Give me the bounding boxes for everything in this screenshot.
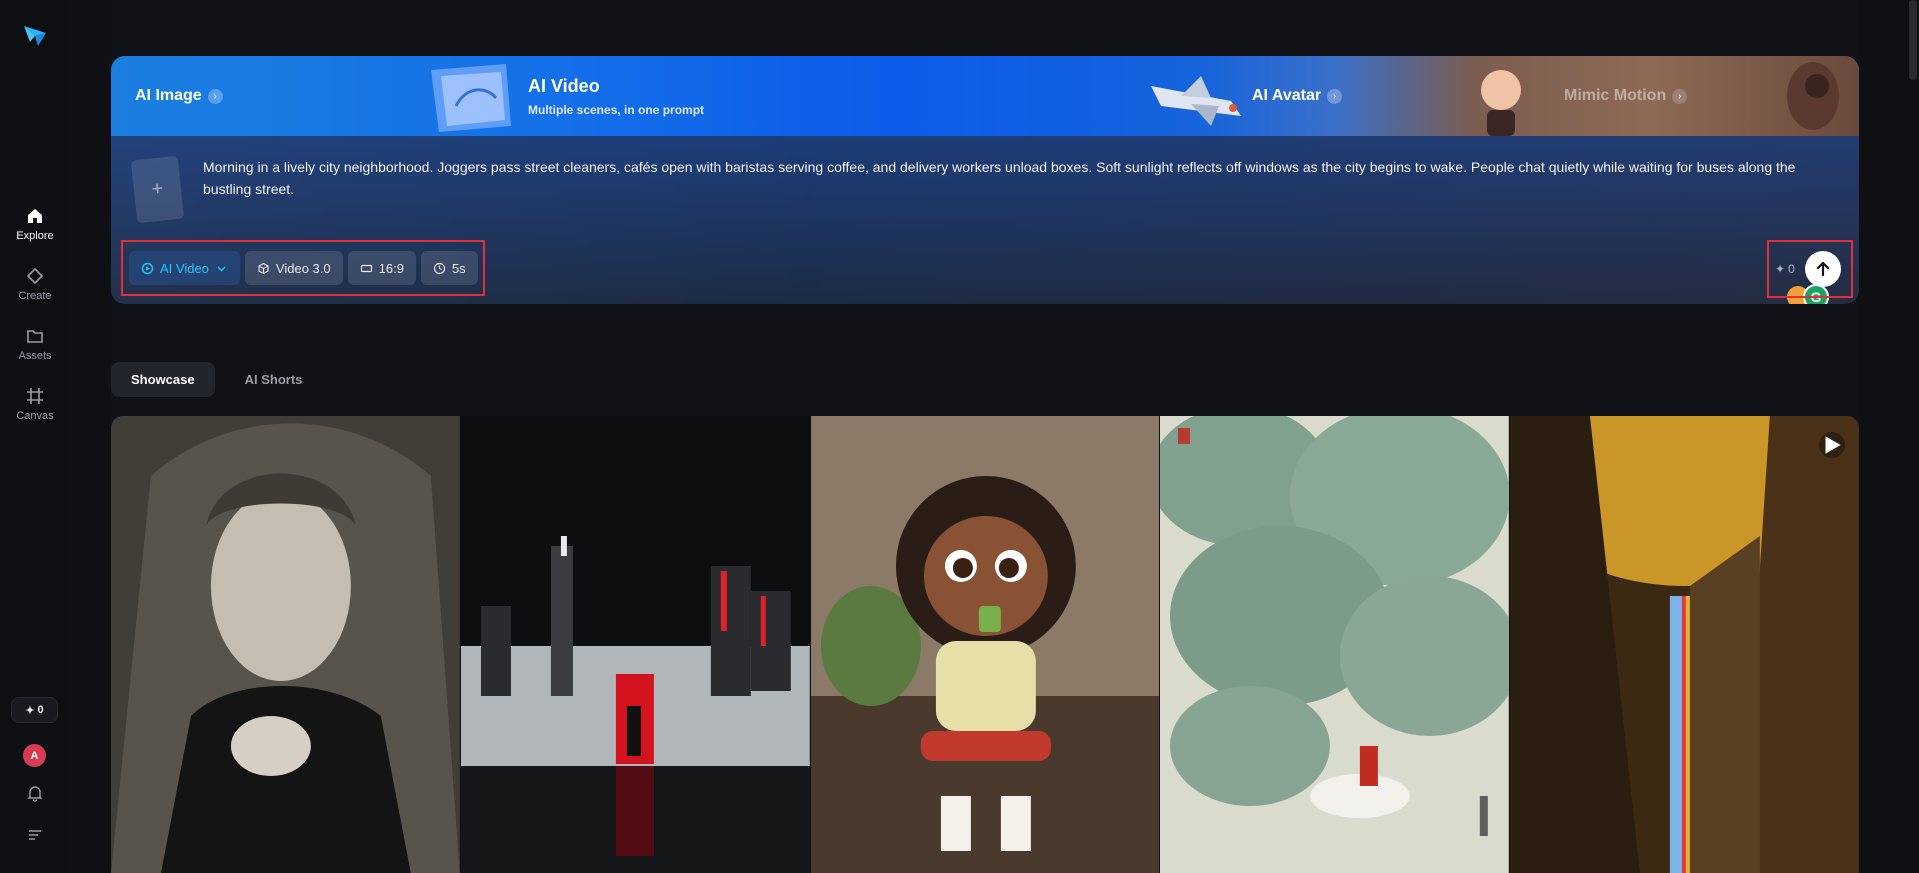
credits-count: 0 [37,704,44,716]
cube-icon [258,262,269,274]
sparkle-icon: ✦ [1775,262,1786,276]
home-icon [28,209,42,223]
generate-button[interactable] [1804,251,1841,287]
sidebar-item-canvas[interactable]: Canvas [0,386,70,422]
logo-icon[interactable] [22,22,48,48]
bell-icon[interactable] [26,784,44,802]
sidebar: Explore Create Assets Canvas ✦ 0 A [0,0,70,873]
tab-ai-video-label: AI Video [528,75,600,96]
clock-icon [433,262,446,274]
sidebar-item-label: Explore [16,230,54,242]
credits-pill[interactable]: ✦ 0 [11,697,58,723]
duration-select-label: 5s [451,260,466,276]
menu-icon[interactable] [26,826,44,844]
tab-ai-avatar[interactable]: AI Avatar › [1252,56,1343,136]
sidebar-item-label: Create [18,290,52,302]
tab-ai-video-subtitle: Multiple scenes, in one prompt [528,102,705,117]
avatar[interactable]: A [23,744,46,767]
play-icon[interactable] [1818,432,1845,458]
aspect-ratio-icon [360,264,372,272]
showcase-gallery [111,416,1859,873]
submit-group: ✦ 0 [1767,240,1853,298]
tab-ai-image-label: AI Image [135,87,202,104]
ratio-select[interactable]: 16:9 [347,251,416,285]
chevron-right-icon: › [1327,88,1343,104]
tab-mimic-motion[interactable]: Mimic Motion › [1564,56,1688,136]
cartoon-girl-image [810,416,1160,873]
tab-showcase[interactable]: Showcase [111,362,215,397]
ink-painting-image [1160,416,1510,873]
rainbow-door-image [1510,416,1859,873]
tab-ai-video[interactable]: AI Video Multiple scenes, in one prompt [528,56,704,136]
generation-controls: AI Video Video 3.0 16:9 5s [121,240,485,296]
arrow-up-icon [1816,261,1829,277]
gallery-card-rainbow-door[interactable] [1510,416,1859,873]
tab-mimic-motion-label: Mimic Motion [1564,87,1667,104]
sidebar-item-label: Canvas [16,410,54,422]
mode-tabs: AI Image › AI Video Multiple scenes, in … [111,56,1859,136]
model-select[interactable]: Video 3.0 [244,251,343,285]
sidebar-item-explore[interactable]: Explore [0,206,70,242]
chevron-right-icon: › [207,88,223,104]
upload-image-button[interactable]: + [130,155,185,224]
sidebar-item-label: Assets [18,350,52,362]
credit-cost-value: 0 [1788,262,1795,276]
chevron-down-icon [217,266,226,271]
video-mode-icon [141,262,154,274]
scrollbar[interactable] [1909,0,1917,80]
chevron-right-icon: › [1672,88,1688,104]
app-root: Explore Create Assets Canvas ✦ 0 A AI Im… [0,0,1919,873]
gallery-card-red-city[interactable] [460,416,810,873]
veiled-portrait-image [111,416,460,873]
gallery-card-ink-painting[interactable] [1160,416,1510,873]
plus-icon: + [150,177,165,201]
canvas-icon [27,388,43,404]
tab-ai-avatar-label: AI Avatar [1252,87,1322,104]
ratio-select-label: 16:9 [378,260,404,276]
gallery-tabs: Showcase AI Shorts [111,362,322,397]
dreams-card-art [431,64,511,132]
sparkle-icon: ✦ [25,704,35,717]
prompt-input[interactable]: Morning in a lively city neighborhood. J… [203,156,1843,200]
avatar-art [1479,69,1523,136]
creation-banner: AI Image › AI Video Multiple scenes, in … [111,56,1859,304]
duration-select[interactable]: 5s [420,251,478,285]
mode-select-label: AI Video [160,260,209,276]
mimic-art [1787,62,1839,130]
tab-ai-image[interactable]: AI Image › [135,56,223,136]
gallery-card-veiled-portrait[interactable] [111,416,460,873]
model-select-label: Video 3.0 [275,260,331,276]
sidebar-item-create[interactable]: Create [0,266,70,302]
diamond-icon [26,267,44,285]
sidebar-item-assets[interactable]: Assets [0,326,70,362]
jet-art [1151,76,1241,126]
red-city-image [460,416,810,873]
gallery-card-cartoon-girl[interactable] [810,416,1160,873]
mode-select[interactable]: AI Video [129,251,240,285]
credit-cost: ✦ 0 [1775,262,1795,276]
folder-icon [27,330,43,343]
tab-ai-shorts[interactable]: AI Shorts [225,362,323,397]
